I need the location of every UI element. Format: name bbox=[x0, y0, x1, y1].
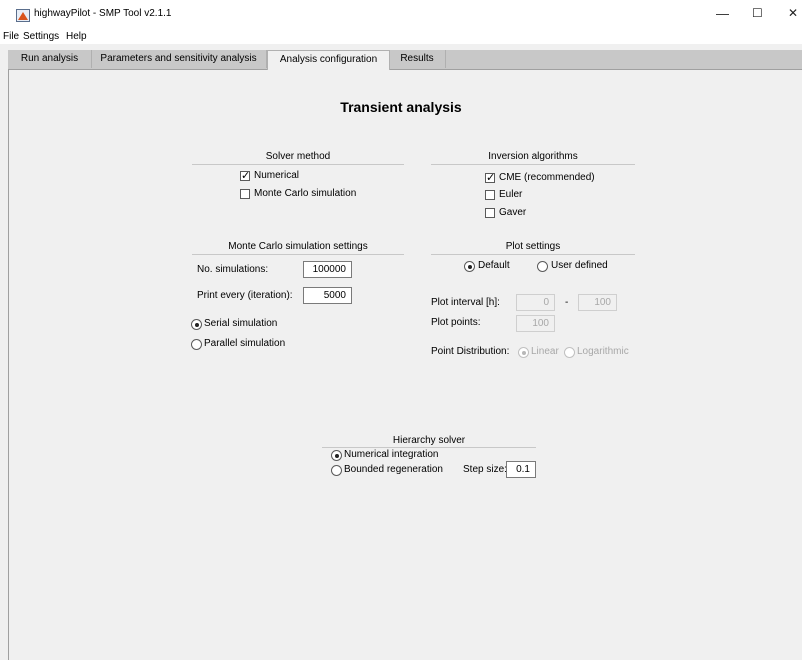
cme-checkbox[interactable] bbox=[485, 171, 495, 184]
parallel-simulation-label: Parallel simulation bbox=[204, 338, 286, 349]
numerical-integration-radio[interactable] bbox=[331, 450, 342, 461]
linear-label: Linear bbox=[531, 346, 559, 357]
hierarchy-solver-divider bbox=[322, 447, 536, 448]
solver-method-divider bbox=[192, 164, 404, 165]
monte-carlo-label: Monte Carlo simulation bbox=[254, 188, 357, 199]
plot-settings-divider bbox=[431, 254, 635, 255]
plot-interval-to-input[interactable]: 100 bbox=[578, 294, 617, 311]
num-simulations-input[interactable]: 100000 bbox=[303, 261, 352, 278]
monte-carlo-settings-divider bbox=[192, 254, 404, 255]
print-every-label: Print every (iteration): bbox=[197, 290, 293, 301]
num-simulations-label: No. simulations: bbox=[197, 264, 269, 275]
point-distribution-label: Point Distribution: bbox=[431, 346, 510, 357]
plot-points-label: Plot points: bbox=[431, 317, 481, 328]
step-size-label: Step size: bbox=[463, 464, 507, 475]
inversion-algorithms-divider bbox=[431, 164, 635, 165]
solver-method-title: Solver method bbox=[265, 151, 331, 162]
step-size-input[interactable]: 0.1 bbox=[506, 461, 536, 478]
plot-default-label: Default bbox=[478, 260, 510, 271]
tab-run-analysis[interactable]: Run analysis bbox=[8, 50, 92, 68]
euler-label: Euler bbox=[499, 189, 523, 200]
tab-results[interactable]: Results bbox=[389, 50, 446, 68]
tab-parameters-sensitivity[interactable]: Parameters and sensitivity analysis bbox=[91, 50, 267, 68]
hierarchy-solver-title: Hierarchy solver bbox=[392, 435, 466, 446]
euler-checkbox[interactable] bbox=[485, 190, 495, 200]
menu-help[interactable]: Help bbox=[66, 31, 87, 42]
menu-bar bbox=[0, 30, 802, 44]
window-title: highwayPilot - SMP Tool v2.1.1 bbox=[34, 8, 172, 19]
matlab-app-icon bbox=[16, 9, 30, 22]
page-title: Transient analysis bbox=[340, 99, 462, 115]
menu-settings[interactable]: Settings bbox=[23, 31, 59, 42]
tab-analysis-configuration[interactable]: Analysis configuration bbox=[267, 50, 390, 70]
monte-carlo-checkbox[interactable] bbox=[240, 189, 250, 199]
plot-interval-from-input[interactable]: 0 bbox=[516, 294, 555, 311]
bounded-regeneration-radio[interactable] bbox=[331, 465, 342, 476]
panel-border bbox=[8, 69, 9, 660]
logarithmic-radio[interactable] bbox=[564, 347, 575, 358]
bounded-regeneration-label: Bounded regeneration bbox=[344, 464, 443, 475]
minimize-icon[interactable]: — bbox=[716, 6, 729, 21]
plot-user-defined-radio[interactable] bbox=[537, 261, 548, 272]
plot-settings-title: Plot settings bbox=[505, 241, 561, 252]
numerical-integration-label: Numerical integration bbox=[344, 449, 439, 460]
monte-carlo-settings-title: Monte Carlo simulation settings bbox=[228, 241, 368, 252]
serial-simulation-label: Serial simulation bbox=[204, 318, 278, 329]
maximize-icon[interactable]: ☐ bbox=[752, 6, 763, 20]
parallel-simulation-radio[interactable] bbox=[191, 339, 202, 350]
cme-label: CME (recommended) bbox=[499, 172, 595, 183]
serial-simulation-radio[interactable] bbox=[191, 319, 202, 330]
plot-user-defined-label: User defined bbox=[551, 260, 608, 271]
numerical-label: Numerical bbox=[254, 170, 300, 181]
close-icon[interactable]: ✕ bbox=[788, 6, 798, 20]
menu-file[interactable]: File bbox=[3, 31, 19, 42]
plot-default-radio[interactable] bbox=[464, 261, 475, 272]
logarithmic-label: Logarithmic bbox=[577, 346, 629, 357]
inversion-algorithms-title: Inversion algorithms bbox=[488, 151, 578, 162]
print-every-input[interactable]: 5000 bbox=[303, 287, 352, 304]
plot-interval-separator: - bbox=[565, 297, 569, 308]
plot-interval-label: Plot interval [h]: bbox=[431, 297, 500, 308]
plot-points-input[interactable]: 100 bbox=[516, 315, 555, 332]
numerical-checkbox[interactable] bbox=[240, 169, 250, 182]
gaver-label: Gaver bbox=[499, 207, 527, 218]
linear-radio[interactable] bbox=[518, 347, 529, 358]
gaver-checkbox[interactable] bbox=[485, 208, 495, 218]
